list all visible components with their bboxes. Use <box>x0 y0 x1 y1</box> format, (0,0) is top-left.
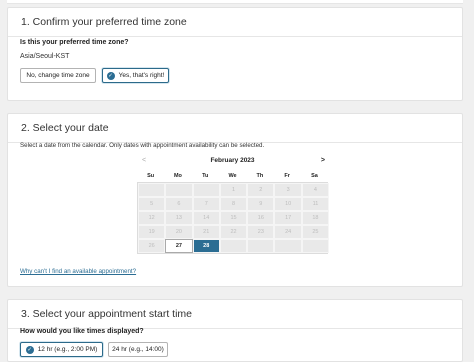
calendar-day-disabled: 21 <box>192 225 220 239</box>
calendar-day-disabled: 14 <box>192 211 220 225</box>
weekday-label: Fr <box>284 172 290 179</box>
calendar-day-disabled: 3 <box>274 183 302 197</box>
calendar-day-disabled: 22 <box>219 225 248 239</box>
calendar-empty-cell <box>165 183 193 197</box>
calendar-day-disabled: 11 <box>301 197 330 211</box>
weekday-label: Su <box>147 172 155 179</box>
calendar-day-selected[interactable]: 28 <box>192 239 220 253</box>
check-circle-icon: ✓ <box>106 71 115 80</box>
date-description: Select a date from the calendar. Only da… <box>20 142 265 149</box>
calendar-day-disabled: 5 <box>138 197 166 211</box>
check-circle-icon: ✓ <box>25 345 34 354</box>
calendar-day-disabled: 19 <box>138 225 166 239</box>
calendar-day-disabled: 16 <box>247 211 275 225</box>
calendar-day-available[interactable]: 27 <box>165 239 193 253</box>
calendar-day-disabled: 2 <box>247 183 275 197</box>
calendar-day-disabled: 9 <box>247 197 275 211</box>
calendar-empty-cell <box>274 239 302 253</box>
weekday-label: Mo <box>173 172 182 179</box>
calendar-day-disabled: 23 <box>247 225 275 239</box>
format-24hr-button[interactable]: 24 hr (e.g., 14:00) <box>108 342 168 357</box>
change-timezone-button[interactable]: No, change time zone <box>20 68 96 83</box>
confirm-timezone-label: Yes, that's right! <box>118 72 165 79</box>
calendar-empty-cell <box>138 183 166 197</box>
top-card-edge <box>7 0 463 4</box>
weekday-label: We <box>228 172 237 179</box>
calendar-day-disabled: 7 <box>192 197 220 211</box>
calendar-day-disabled: 18 <box>301 211 330 225</box>
time-format-question: How would you like times displayed? <box>20 328 144 335</box>
weekday-label: Th <box>256 172 264 179</box>
calendar-day-disabled: 12 <box>138 211 166 225</box>
calendar-empty-cell <box>219 239 248 253</box>
date-section-title: 2. Select your date <box>8 114 462 143</box>
calendar-day-disabled: 26 <box>138 239 166 253</box>
date-section: 2. Select your date Select a date from t… <box>7 113 463 287</box>
format-12hr-button[interactable]: ✓ 12 hr (e.g., 2:00 PM) <box>20 342 103 357</box>
calendar-day-disabled: 25 <box>301 225 330 239</box>
availability-help-link[interactable]: Why can't I find an available appointmen… <box>20 268 136 275</box>
calendar-month: February 2023 <box>210 157 255 164</box>
calendar-day-disabled: 15 <box>219 211 248 225</box>
calendar-day-disabled: 1 <box>219 183 248 197</box>
weekday-label: Tu <box>202 172 209 179</box>
timezone-question: Is this your preferred time zone? <box>20 39 129 46</box>
start-time-section: 3. Select your appointment start time Ho… <box>7 299 463 362</box>
timezone-section: 1. Confirm your preferred time zone Is t… <box>7 7 463 101</box>
calendar-weekdays: Su Mo Tu We Th Fr Sa <box>137 169 328 182</box>
calendar-empty-cell <box>192 183 220 197</box>
calendar-day-disabled: 4 <box>301 183 330 197</box>
confirm-timezone-button[interactable]: ✓ Yes, that's right! <box>102 68 169 83</box>
calendar-empty-cell <box>247 239 275 253</box>
format-24hr-label: 24 hr (e.g., 14:00) <box>112 346 164 353</box>
change-timezone-label: No, change time zone <box>26 72 90 79</box>
calendar-day-disabled: 10 <box>274 197 302 211</box>
timezone-value: Asia/Seoul-KST <box>20 53 70 60</box>
calendar-day-disabled: 20 <box>165 225 193 239</box>
timezone-section-title: 1. Confirm your preferred time zone <box>8 8 462 37</box>
start-time-section-title: 3. Select your appointment start time <box>8 300 462 329</box>
weekday-label: Sa <box>311 172 318 179</box>
calendar-header: < February 2023 > <box>137 155 328 169</box>
calendar: < February 2023 > Su Mo Tu We Th Fr Sa 1234567… <box>137 155 330 254</box>
format-12hr-label: 12 hr (e.g., 2:00 PM) <box>37 346 98 353</box>
calendar-day-disabled: 13 <box>165 211 193 225</box>
calendar-day-disabled: 17 <box>274 211 302 225</box>
calendar-grid: 1 2 3 4 5 6 7 8 9 10 11 12 13 14 15 16 17 18 19 20 21 22 23 24 2… <box>137 182 330 254</box>
calendar-day-disabled: 24 <box>274 225 302 239</box>
calendar-empty-cell <box>301 239 330 253</box>
next-month-icon[interactable]: > <box>321 157 325 164</box>
calendar-day-disabled: 6 <box>165 197 193 211</box>
calendar-day-disabled: 8 <box>219 197 248 211</box>
